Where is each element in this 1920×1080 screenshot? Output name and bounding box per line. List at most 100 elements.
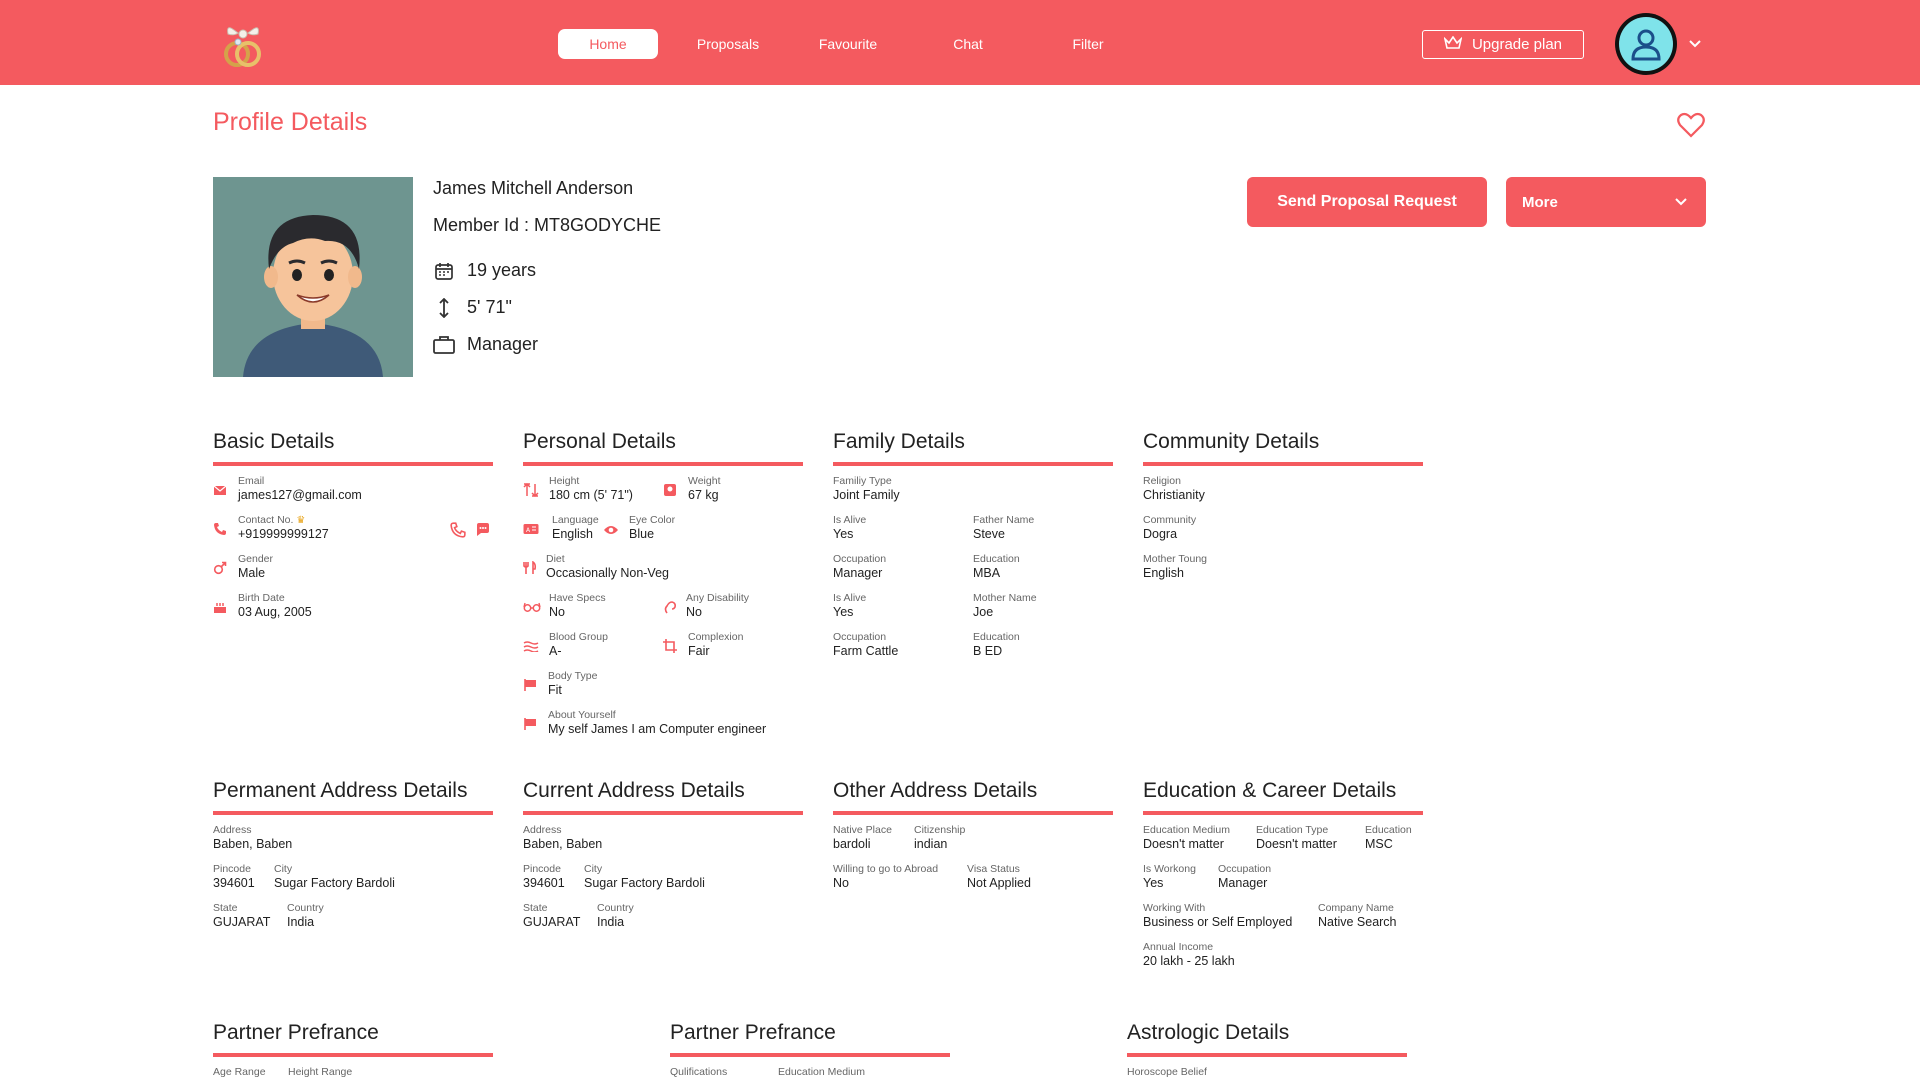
state-field: State GUJARAT <box>523 902 581 929</box>
profile-occupation-row: Manager <box>433 326 661 363</box>
section-title: Basic Details <box>213 430 493 466</box>
visa-status-field: Visa Status Not Applied <box>967 863 1031 890</box>
mother-occupation-field: Occupation Farm Cattle <box>833 631 899 658</box>
chevron-down-icon <box>1674 194 1688 211</box>
fork-knife-icon <box>523 560 537 575</box>
profile-occupation: Manager <box>467 334 539 354</box>
current-address-section: Current Address Details Address Baben, Ba… <box>523 779 803 934</box>
birthday-cake-icon <box>213 600 227 614</box>
partner-preference-section: Partner Prefrance Age Range Height Range <box>213 1021 493 1080</box>
birth-date-field: Birth Date 03 Aug, 2005 <box>238 592 312 619</box>
nav-filter[interactable]: Filter <box>1038 29 1138 59</box>
address-field: Address Baben, Baben <box>523 824 603 851</box>
education-medium-field: Education Medium Doesn't matter <box>1143 824 1230 851</box>
basic-details-section: Basic Details Email james127@gmail.com C… <box>213 430 493 625</box>
call-icon[interactable] <box>450 522 466 538</box>
blood-wave-icon <box>523 639 539 653</box>
mother-alive-field: Is Alive Yes <box>833 592 867 619</box>
nav-chat[interactable]: Chat <box>918 29 1018 59</box>
chat-bubble-icon[interactable] <box>475 522 489 536</box>
profile-height: 5' 71" <box>467 297 512 317</box>
blood-group-field: Blood Group A- <box>549 631 608 658</box>
community-details-section: Community Details Religion Christianity C… <box>1143 430 1423 595</box>
working-with-field: Working With Business or Self Employed <box>1143 902 1293 929</box>
more-dropdown[interactable]: More <box>1506 177 1706 227</box>
mother-education-field: Education B ED <box>973 631 1020 658</box>
contact-field: Contact No. ♛ +919999999127 <box>238 514 329 541</box>
height-icon <box>523 482 539 498</box>
pincode-field: Pincode 394601 <box>213 863 255 890</box>
annual-income-field: Annual Income 20 lakh - 25 lakh <box>1143 941 1235 968</box>
top-navbar: Home Proposals Favourite Chat Filter Upg… <box>0 0 1920 85</box>
nav-proposals[interactable]: Proposals <box>678 29 778 59</box>
city-field: City Sugar Factory Bardoli <box>584 863 705 890</box>
more-label: More <box>1522 193 1558 211</box>
heart-icon[interactable] <box>1677 112 1705 143</box>
education-field: Education MSC <box>1365 824 1412 851</box>
gender-field: Gender Male <box>238 553 274 580</box>
section-title: Education & Career Details <box>1143 779 1423 815</box>
education-medium-field: Education Medium <box>778 1066 865 1078</box>
education-career-section: Education & Career Details Education Med… <box>1143 779 1423 974</box>
complexion-field: Complexion Fair <box>688 631 744 658</box>
flag-icon <box>523 717 537 731</box>
father-occupation-field: Occupation Manager <box>833 553 887 580</box>
qualifications-field: Qulifications <box>670 1066 728 1078</box>
eye-color-field: Eye Color Blue <box>629 514 676 541</box>
pincode-field: Pincode 394601 <box>523 863 565 890</box>
wedding-rings-logo[interactable] <box>216 20 270 74</box>
user-avatar-icon <box>1619 17 1673 71</box>
user-avatar-button[interactable] <box>1615 13 1677 75</box>
country-field: Country India <box>597 902 634 929</box>
profile-summary: James Mitchell Anderson Member Id : MT8G… <box>433 178 661 363</box>
section-title: Current Address Details <box>523 779 803 815</box>
section-title: Personal Details <box>523 430 803 466</box>
community-field: Community Dogra <box>1143 514 1197 541</box>
section-title: Partner Prefrance <box>213 1021 493 1057</box>
crop-icon <box>663 639 677 653</box>
crown-icon <box>1443 35 1463 54</box>
diet-field: Diet Occasionally Non-Veg <box>546 553 669 580</box>
disability-field: Any Disability No <box>686 592 750 619</box>
upgrade-plan-button[interactable]: Upgrade plan <box>1422 30 1584 59</box>
main-nav: Home Proposals Favourite Chat Filter <box>558 29 1138 59</box>
email-icon <box>213 483 227 497</box>
specs-field: Have Specs No <box>549 592 606 619</box>
nav-favourite[interactable]: Favourite <box>798 29 898 59</box>
premium-crown-icon: ♛ <box>296 515 306 526</box>
religion-field: Religion Christianity <box>1143 475 1205 502</box>
city-field: City Sugar Factory Bardoli <box>274 863 395 890</box>
email-field: Email james127@gmail.com <box>238 475 362 502</box>
citizenship-field: Citizenship indian <box>914 824 966 851</box>
height-field: Height 180 cm (5' 71") <box>549 475 633 502</box>
father-name-field: Father Name Steve <box>973 514 1035 541</box>
section-title: Permanent Address Details <box>213 779 493 815</box>
language-icon: A <box>523 522 539 536</box>
section-title: Astrologic Details <box>1127 1021 1407 1057</box>
body-type-field: Body Type Fit <box>548 670 598 697</box>
horoscope-belief-field: Horoscope Belief <box>1127 1066 1207 1078</box>
briefcase-icon <box>433 334 455 356</box>
permanent-address-section: Permanent Address Details Address Baben, … <box>213 779 493 934</box>
profile-height-row: 5' 71" <box>433 289 661 326</box>
family-type-field: Familiy Type Joint Family <box>833 475 900 502</box>
personal-details-section: Personal Details Height 180 cm (5' 71") … <box>523 430 803 745</box>
profile-name: James Mitchell Anderson <box>433 178 634 198</box>
nav-home[interactable]: Home <box>558 29 658 59</box>
father-alive-field: Is Alive Yes <box>833 514 867 541</box>
send-proposal-button[interactable]: Send Proposal Request <box>1247 177 1487 227</box>
disability-icon <box>663 600 677 614</box>
profile-age-row: 19 years <box>433 252 661 289</box>
gender-male-icon <box>213 561 227 575</box>
height-arrows-icon <box>433 297 455 319</box>
chevron-down-icon[interactable] <box>1688 36 1702 54</box>
mother-tongue-field: Mother Toung English <box>1143 553 1208 580</box>
member-id: Member Id : MT8GODYCHE <box>433 215 662 235</box>
abroad-field: Willing to go to Abroad No <box>833 863 939 890</box>
other-address-section: Other Address Details Native Place bardol… <box>833 779 1113 904</box>
state-field: State GUJARAT <box>213 902 271 929</box>
page-title: Profile Details <box>213 108 368 136</box>
eye-icon <box>603 523 618 537</box>
weight-scale-icon <box>663 483 677 497</box>
occupation-field: Occupation Manager <box>1218 863 1272 890</box>
